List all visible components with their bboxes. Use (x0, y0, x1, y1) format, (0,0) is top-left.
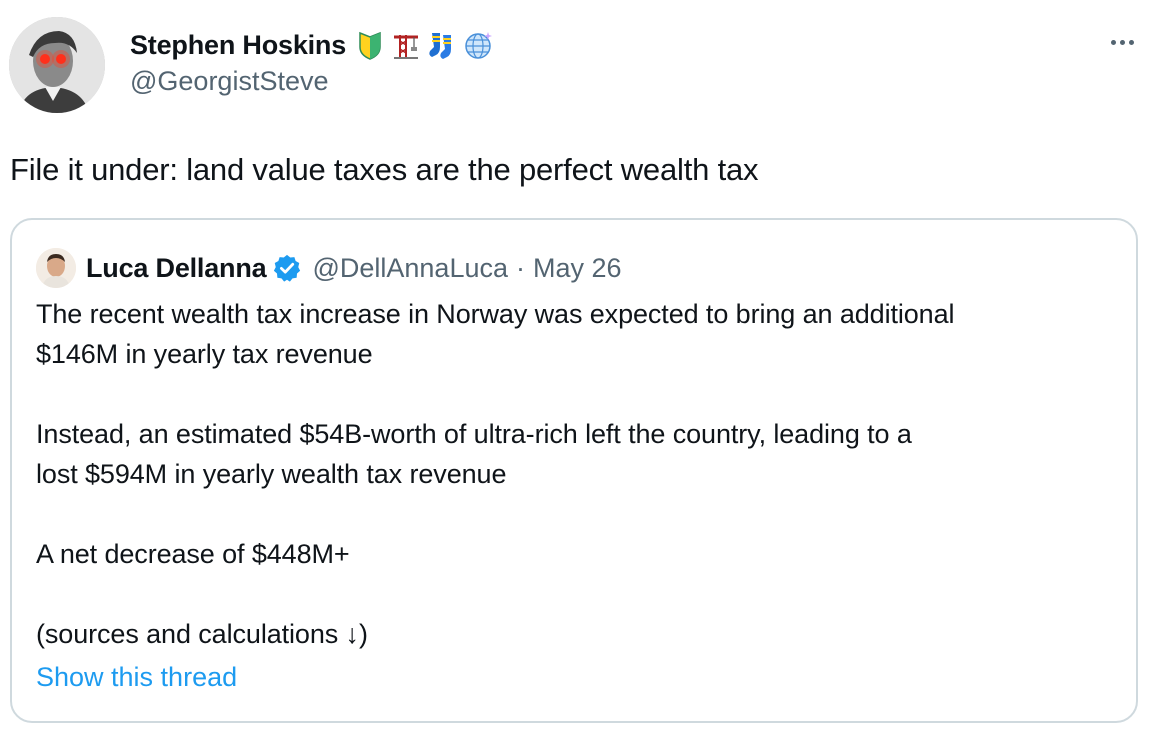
quoted-author-avatar-image (36, 248, 76, 288)
quoted-tweet-date[interactable]: May 26 (533, 253, 622, 284)
quoted-text-line: Instead, an estimated $54B-worth of ultr… (36, 419, 912, 449)
header-separator: · (516, 252, 525, 283)
author-handle[interactable]: @GeorgistSteve (130, 66, 494, 97)
more-options-button[interactable] (1104, 30, 1140, 54)
quoted-text-line: $146M in yearly tax revenue (36, 339, 373, 369)
beginner-shield-icon (354, 29, 386, 61)
quoted-text-line: (sources and calculations ↓) (36, 619, 368, 649)
quoted-tweet[interactable]: Luca Dellanna @DellAnnaLuca · May 26 The… (10, 218, 1138, 723)
more-dot-icon (1110, 39, 1116, 45)
more-dot-icon (1119, 39, 1125, 45)
quoted-author-avatar[interactable] (36, 248, 76, 288)
author-name-emojis (354, 29, 494, 61)
author-avatar-image (9, 17, 105, 113)
quoted-author-handle[interactable]: @DellAnnaLuca (312, 253, 508, 284)
socks-icon (426, 29, 458, 61)
author-block: Stephen Hoskins @GeorgistSteve (130, 26, 494, 97)
author-name-row: Stephen Hoskins (130, 26, 494, 64)
quoted-author-name[interactable]: Luca Dellanna (86, 253, 267, 284)
construction-crane-icon (390, 29, 422, 61)
globe-icon (462, 29, 494, 61)
tweet-text: File it under: land value taxes are the … (10, 152, 759, 187)
verified-badge-icon (274, 254, 301, 282)
quoted-text-line: lost $594M in yearly wealth tax revenue (36, 459, 507, 489)
author-name[interactable]: Stephen Hoskins (130, 30, 346, 61)
show-thread-link[interactable]: Show this thread (36, 662, 237, 693)
quoted-text-line: A net decrease of $448M+ (36, 539, 350, 569)
author-avatar[interactable] (9, 17, 105, 113)
quoted-tweet-header: Luca Dellanna @DellAnnaLuca · May 26 (36, 248, 622, 288)
tweet-card: Stephen Hoskins @GeorgistSteve File it u… (0, 0, 1158, 736)
quoted-text-line: The recent wealth tax increase in Norway… (36, 299, 955, 329)
quoted-tweet-body: The recent wealth tax increase in Norway… (36, 294, 1116, 654)
more-dot-icon (1128, 39, 1134, 45)
